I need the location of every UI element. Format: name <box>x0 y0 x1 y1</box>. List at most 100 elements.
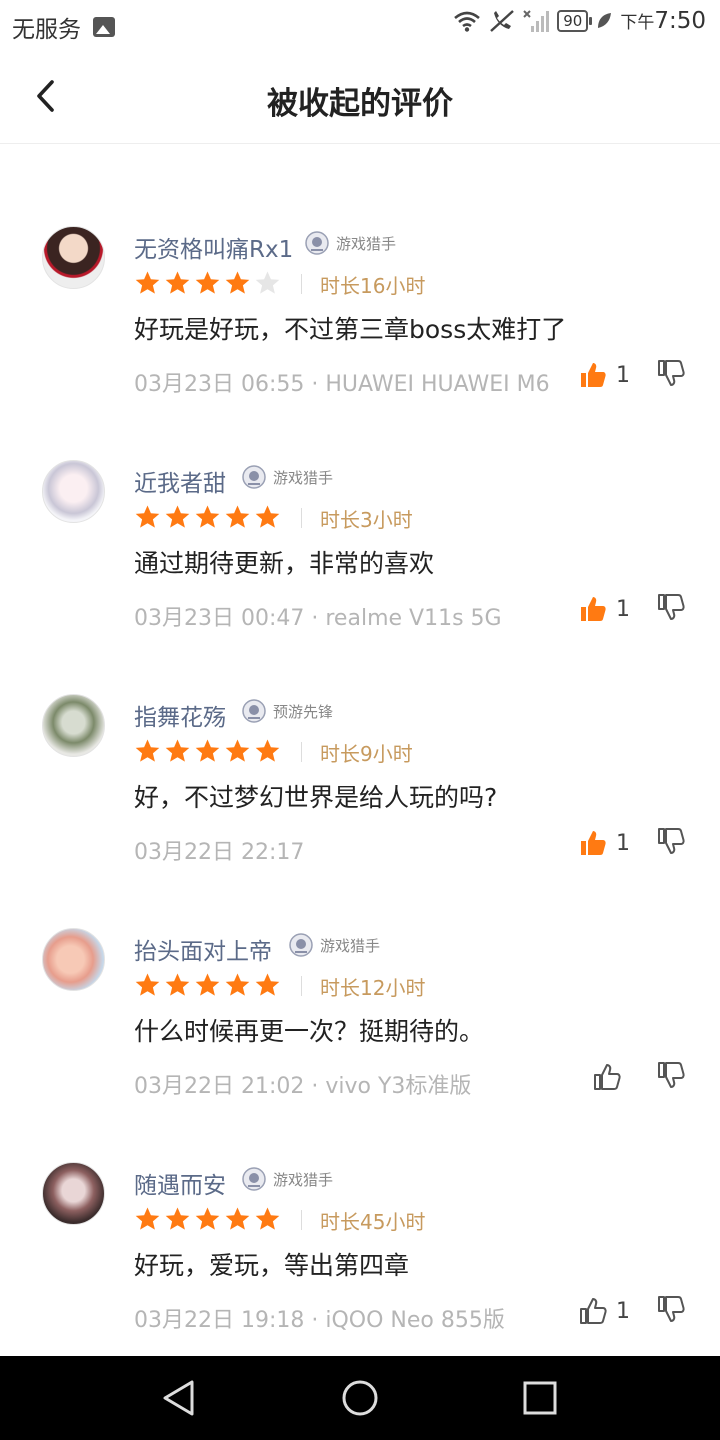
divider <box>301 508 302 528</box>
meta-separator: · <box>304 372 326 397</box>
like-button[interactable]: 1 <box>578 828 630 858</box>
nav-back-button[interactable] <box>160 1378 200 1418</box>
like-count: 1 <box>616 596 630 622</box>
review-item: 抬头面对上帝 游戏猎手 时长12小时 什么时候再更一次？挺期待的。 03月22日… <box>0 928 720 1128</box>
square-recents-icon <box>523 1381 557 1415</box>
device-name: realme V11s 5G <box>325 606 502 631</box>
review-item: 随遇而安 游戏猎手 时长45小时 好玩，爱玩，等出第四章 03月22日 19:1… <box>0 1162 720 1362</box>
status-bar: 无服务 90 下午7:50 <box>0 0 720 50</box>
meta-separator: · <box>304 1074 326 1099</box>
dislike-button[interactable] <box>656 592 686 622</box>
time-period: 下午 <box>620 13 655 33</box>
avatar[interactable] <box>42 694 105 757</box>
star-filled-icon <box>165 271 190 294</box>
review-text: 通过期待更新，非常的喜欢 <box>134 549 435 578</box>
star-rating <box>134 504 281 531</box>
review-meta: 03月22日 19:18 · iQOO Neo 855版 <box>134 1302 505 1334</box>
avatar[interactable] <box>42 928 105 991</box>
triangle-back-icon <box>163 1380 194 1416</box>
play-duration: 时长45小时 <box>320 1210 426 1234</box>
star-filled-icon <box>255 505 280 528</box>
meta-separator: · <box>304 606 326 631</box>
thumbs-up-icon <box>580 1298 607 1324</box>
dislike-button[interactable] <box>656 358 686 388</box>
review-text: 好玩，爱玩，等出第四章 <box>134 1251 410 1280</box>
thumbs-down-icon <box>658 360 685 386</box>
badge-label: 游戏猎手 <box>336 234 397 253</box>
star-filled-icon <box>165 1207 190 1230</box>
like-button[interactable]: 1 <box>578 360 630 390</box>
nav-recents-button[interactable] <box>520 1378 560 1418</box>
star-filled-icon <box>195 973 220 996</box>
image-notification-icon <box>93 17 115 37</box>
dislike-button[interactable] <box>656 1060 686 1090</box>
review-meta: 03月22日 21:02 · vivo Y3标准版 <box>134 1068 471 1100</box>
star-filled-icon <box>225 271 250 294</box>
star-rating <box>134 1206 281 1233</box>
nav-home-button[interactable] <box>340 1378 380 1418</box>
thumbs-down-icon <box>658 1062 685 1088</box>
review-item: 指舞花殇 预游先锋 时长9小时 好，不过梦幻世界是给人玩的吗? 03月22日 2… <box>0 694 720 894</box>
thumbs-up-icon <box>581 831 606 855</box>
star-filled-icon <box>135 973 160 996</box>
divider <box>301 1210 302 1230</box>
divider <box>301 274 302 294</box>
clipped-previous-review <box>134 128 690 150</box>
navigation-bar <box>0 1356 720 1440</box>
star-filled-icon <box>135 271 160 294</box>
username[interactable]: 抬头面对上帝 <box>134 932 272 966</box>
like-count: 1 <box>616 362 630 388</box>
avatar[interactable] <box>42 226 105 289</box>
battery-indicator: 90 <box>557 10 593 32</box>
review-text: 好，不过梦幻世界是给人玩的吗? <box>134 783 498 812</box>
star-filled-icon <box>195 1207 220 1230</box>
badge-icon <box>289 933 313 957</box>
user-badge: 预游先锋 <box>241 698 333 724</box>
review-date: 03月22日 22:17 <box>134 840 305 865</box>
dislike-button[interactable] <box>656 1294 686 1324</box>
review-meta: 03月23日 00:47 · realme V11s 5G <box>134 600 502 632</box>
star-filled-icon <box>225 505 250 528</box>
carrier-label: 无服务 <box>12 17 81 43</box>
star-filled-icon <box>165 973 190 996</box>
user-badge: 游戏猎手 <box>241 464 333 490</box>
thumbs-up-icon <box>594 1064 621 1090</box>
star-empty-icon <box>255 271 280 294</box>
star-filled-icon <box>195 739 220 762</box>
play-duration: 时长12小时 <box>320 976 426 1000</box>
star-rating <box>134 270 281 297</box>
star-filled-icon <box>225 1207 250 1230</box>
user-badge: 游戏猎手 <box>288 932 380 958</box>
like-button[interactable] <box>592 1062 630 1092</box>
badge-icon <box>242 699 266 723</box>
star-rating <box>134 972 281 999</box>
status-left: 无服务 <box>12 10 115 44</box>
review-date: 03月22日 21:02 <box>134 1074 305 1099</box>
review-date: 03月23日 00:47 <box>134 606 305 631</box>
signal-icon <box>523 10 550 32</box>
star-filled-icon <box>135 505 160 528</box>
star-filled-icon <box>225 973 250 996</box>
username[interactable]: 无资格叫痛Rx1 <box>134 230 293 264</box>
username[interactable]: 随遇而安 <box>134 1166 226 1200</box>
review-date: 03月23日 06:55 <box>134 372 305 397</box>
like-button[interactable]: 1 <box>578 594 630 624</box>
thumbs-down-icon <box>658 828 685 854</box>
like-button[interactable]: 1 <box>578 1296 630 1326</box>
star-filled-icon <box>165 739 190 762</box>
wifi-icon <box>454 11 481 32</box>
review-date: 03月22日 19:18 <box>134 1308 305 1333</box>
circle-home-icon <box>342 1380 378 1416</box>
dislike-button[interactable] <box>656 826 686 856</box>
thumbs-down-icon <box>658 1296 685 1322</box>
username[interactable]: 指舞花殇 <box>134 698 226 732</box>
avatar[interactable] <box>42 1162 105 1225</box>
avatar[interactable] <box>42 460 105 523</box>
device-name: iQOO Neo 855版 <box>325 1308 505 1333</box>
username[interactable]: 近我者甜 <box>134 464 226 498</box>
play-duration: 时长16小时 <box>320 274 426 298</box>
user-badge: 游戏猎手 <box>304 230 396 256</box>
clock: 7:50 <box>654 8 706 34</box>
status-right: 90 下午7:50 <box>453 8 706 34</box>
meta-separator: · <box>304 1308 326 1333</box>
